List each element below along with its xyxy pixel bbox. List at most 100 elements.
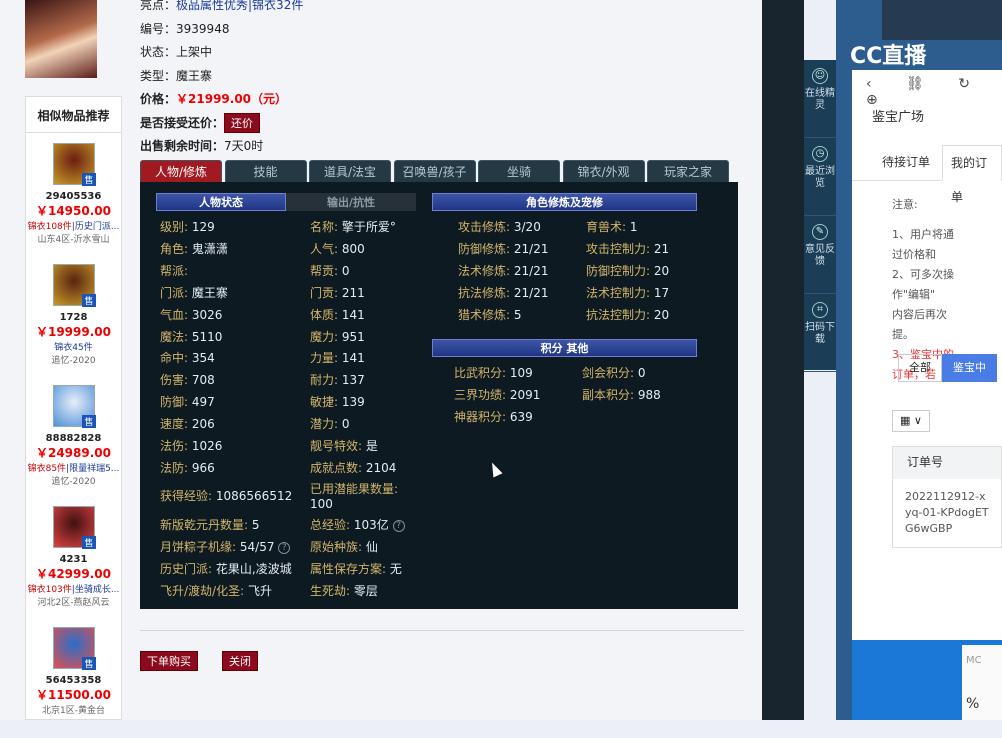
sidebar-item[interactable]: ◷ 最近浏览 xyxy=(804,138,836,216)
bargain-button[interactable]: 还价 xyxy=(224,112,261,133)
field-label: 靓号特效: xyxy=(310,439,363,453)
stat-11: 法防: 966 xyxy=(160,459,215,476)
field-label: 副本积分: xyxy=(582,388,635,402)
tab-2[interactable]: 道具/法宝 xyxy=(309,160,391,182)
item-tags: 锦衣108件|历史门派... xyxy=(26,219,121,232)
item-price: ￥42999.00 xyxy=(35,567,111,581)
type-row: 类型：魔王寨 xyxy=(140,65,430,89)
field-value: 0 xyxy=(341,263,350,278)
field-value: 139 xyxy=(341,395,365,410)
sidebar-item[interactable]: ☺ 在线精灵 xyxy=(804,60,836,138)
price-value: ￥21999.00（元） xyxy=(176,92,288,106)
recommend-item[interactable]: 售 29405536 ￥14950.00 锦衣108件|历史门派... 山东4区-沂水雪… xyxy=(26,133,121,254)
field-label: 门派: xyxy=(160,285,189,300)
filter-all[interactable]: 全部 xyxy=(898,354,942,382)
order-number-cell[interactable]: 2022112912-xyq-01-KPdogETG6wGBP xyxy=(893,479,1001,547)
stat-5: 魔法: 5110 xyxy=(160,328,222,345)
attr-0: 名称: 擎于所爱° xyxy=(310,218,396,235)
item-avatar[interactable]: 售 xyxy=(52,143,96,186)
stat-6: 命中: 354 xyxy=(160,349,215,366)
tab-6[interactable]: 玩家之家 xyxy=(647,160,729,182)
item-server: 北京1区-黄金台 xyxy=(42,706,105,716)
item-avatar[interactable]: 售 xyxy=(52,627,96,670)
bottom-panel: MC% xyxy=(962,645,1002,720)
field-value: 21/21 xyxy=(513,263,549,278)
sidebar-item[interactable]: ✎ 意见反馈 xyxy=(804,216,836,294)
tab-5[interactable]: 锦衣/外观 xyxy=(562,160,645,182)
field-label: 人气: xyxy=(310,241,339,256)
item-tag-b: |限量祥瑞5... xyxy=(66,464,120,474)
attr-7: 耐力: 137 xyxy=(310,371,365,388)
field-value: 708 xyxy=(191,373,215,388)
tab-4[interactable]: 坐骑 xyxy=(478,160,560,182)
sidebar-icon: ◷ xyxy=(812,146,828,162)
item-tag-a: 锦衣85件 xyxy=(27,464,67,474)
field-value: 1026 xyxy=(191,439,223,453)
section-character-status: 人物状态 xyxy=(156,193,286,211)
field-label: 育兽术: xyxy=(586,220,627,234)
help-icon[interactable]: ? xyxy=(278,541,291,554)
tab-pending-orders[interactable]: 待接订单 xyxy=(874,145,938,181)
field-label: 防御控制力: xyxy=(586,263,651,278)
attr-10: 靓号特效: 是 xyxy=(310,437,378,454)
item-tags: 锦衣85件|限量祥瑞5... xyxy=(26,461,121,474)
field-label: 成就点数: xyxy=(310,460,363,475)
buy-button[interactable]: 下单购买 xyxy=(140,651,198,671)
field-value: 3026 xyxy=(191,307,223,322)
field-label: 角色: xyxy=(160,241,189,256)
item-detail-page: 亮点：极品属性优秀|锦衣32件 编号：3939948 状态：上架中 类型：魔王寨… xyxy=(0,0,762,720)
field-label: 原始种族: xyxy=(310,540,363,554)
item-avatar[interactable]: 售 xyxy=(52,506,96,549)
field-label: 伤害: xyxy=(160,373,189,388)
field-value: 103亿 xyxy=(353,518,389,532)
field-value: 17 xyxy=(653,285,670,300)
attr-3: 门贡: 211 xyxy=(310,284,365,301)
tab-1[interactable]: 技能 xyxy=(224,160,307,182)
field-label: 气血: xyxy=(160,307,189,322)
item-avatar[interactable]: 售 xyxy=(52,264,96,307)
filter-appraising[interactable]: 鉴宝中 xyxy=(942,354,997,382)
status-filter: 全部 鉴宝中 xyxy=(898,354,997,382)
tab-my-orders[interactable]: 我的订单 xyxy=(942,145,1002,204)
browser-nav[interactable]: ‹ ⛓ ↻ ⊕ xyxy=(852,70,1002,108)
remaining-value: 7天0时 xyxy=(224,139,264,153)
appraisal-title: 鉴宝广场 xyxy=(872,110,925,125)
recommend-item[interactable]: 售 4231 ￥42999.00 锦衣103件|坐骑成长... 河北2区-燕赵风云 xyxy=(26,496,121,617)
status-label: 状态： xyxy=(140,45,177,59)
points-merit: 三界功绩: 2091 xyxy=(454,386,540,403)
recommend-item[interactable]: 售 1728 ￥19999.00 锦衣45件 追忆-2020 xyxy=(26,254,121,375)
item-tag-a: 锦衣103件 xyxy=(27,585,72,595)
recommend-item[interactable]: 售 88882828 ￥24989.00 锦衣85件|限量祥瑞5... 追忆-2020 xyxy=(26,375,121,496)
field-value: 魔王寨 xyxy=(191,285,228,300)
cultivation-1: 防御修炼: 21/21 xyxy=(458,240,548,257)
stat-8: 防御: 497 xyxy=(160,393,215,410)
field-value: 951 xyxy=(341,329,365,344)
sidebar-item[interactable]: ⌗ 扫码下载 xyxy=(804,294,836,372)
field-value: 206 xyxy=(191,417,215,432)
tab-3[interactable]: 召唤兽/孩子 xyxy=(393,160,476,182)
price-label: 价格： xyxy=(140,92,177,106)
attr-1: 人气: 800 xyxy=(310,240,365,257)
field-value: 1086566512 xyxy=(215,489,293,503)
close-button[interactable]: 关闭 xyxy=(222,651,258,671)
field-label: 攻击控制力: xyxy=(586,241,651,256)
item-tag-a: 锦衣108件 xyxy=(27,222,72,232)
total-experience: 总经验: 103亿 ? xyxy=(310,516,405,533)
field-label: 神器积分: xyxy=(454,410,507,424)
price-row: 价格：￥21999.00（元） xyxy=(140,88,430,112)
field-label: 法术修炼: xyxy=(458,263,511,278)
grid-view-toggle[interactable]: ▦ ∨ xyxy=(892,410,930,432)
item-tag-b: 锦衣45件 xyxy=(54,343,93,353)
item-avatar[interactable]: 售 xyxy=(52,385,96,428)
help-icon[interactable]: ? xyxy=(392,519,405,532)
tab-0[interactable]: 人物/修炼 xyxy=(140,160,222,182)
field-label: 新版乾元丹数量: xyxy=(160,518,249,532)
character-portrait xyxy=(25,0,97,78)
attr-2: 帮贡: 0 xyxy=(310,262,350,279)
stat-4: 气血: 3026 xyxy=(160,306,222,323)
item-price: ￥19999.00 xyxy=(35,325,111,339)
field-value: 21/21 xyxy=(513,241,549,256)
attr-4: 体质: 141 xyxy=(310,306,365,323)
field-value: 141 xyxy=(341,307,365,322)
control-1: 攻击控制力: 21 xyxy=(586,240,669,257)
